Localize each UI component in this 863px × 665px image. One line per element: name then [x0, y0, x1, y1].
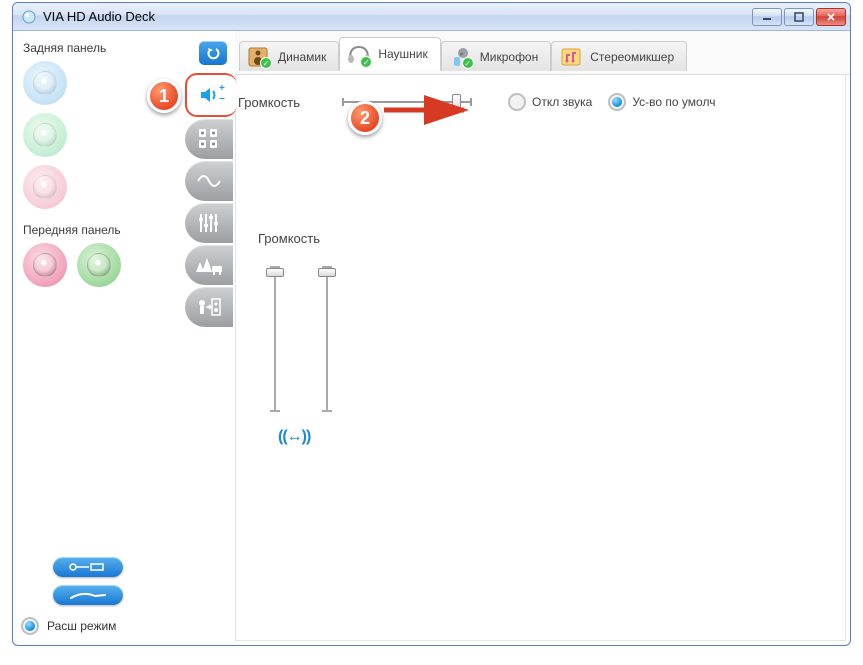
default-device-radio[interactable] — [608, 93, 626, 111]
default-device-option[interactable]: Ус-во по умолч — [608, 93, 715, 111]
environment-icon — [194, 252, 224, 278]
master-volume-row: Громкость Откл звука Ус-во по умолч — [258, 93, 823, 111]
stereomix-device-icon — [558, 44, 584, 70]
slider-track — [274, 266, 276, 412]
sidetab-equalizer[interactable] — [185, 203, 233, 243]
sidetab-room-correction[interactable] — [185, 287, 233, 327]
jack-rear-pink[interactable] — [23, 165, 67, 209]
channel-sliders — [264, 256, 823, 416]
link-channels-icon[interactable]: ((↔)) — [278, 428, 823, 446]
svg-text:−: − — [219, 94, 225, 105]
sidetab-environment[interactable] — [185, 245, 233, 285]
window-title: VIA HD Audio Deck — [43, 9, 752, 24]
equalizer-icon — [196, 210, 222, 236]
expand-mode-row[interactable]: Расш режим — [21, 617, 177, 635]
rear-jack-row-2 — [23, 113, 177, 157]
front-jack-row — [23, 243, 177, 287]
tool-connect-button[interactable] — [53, 557, 123, 577]
tab-headphone[interactable]: Наушник ✓ — [339, 37, 440, 71]
app-icon — [21, 9, 37, 25]
tab-stereomix[interactable]: Стереомикшер — [551, 41, 687, 71]
tab-headphone-label: Наушник — [378, 47, 427, 61]
reset-button[interactable] — [199, 41, 227, 65]
expand-mode-radio[interactable] — [21, 617, 39, 635]
window-buttons — [752, 8, 846, 26]
default-device-label: Ус-во по умолч — [632, 95, 715, 109]
jack-front-green[interactable] — [77, 243, 121, 287]
slider-thumb[interactable] — [266, 268, 284, 277]
tab-speaker-label: Динамик — [278, 50, 326, 64]
tab-stereomix-label: Стереомикшер — [590, 50, 674, 64]
tab-microphone-label: Микрофон — [480, 50, 538, 64]
jack-rear-blue[interactable] — [23, 61, 67, 105]
volume-icon: + − — [197, 82, 227, 108]
right-channel-slider[interactable] — [316, 256, 338, 416]
info-icon — [65, 589, 111, 601]
volume-label: Громкость — [238, 95, 318, 110]
side-toolbar: + − 1 — [185, 31, 235, 645]
annotation-badge-1: 1 — [147, 79, 181, 113]
volume-options: Откл звука Ус-во по умолч — [508, 93, 715, 111]
room-correction-icon — [194, 294, 224, 320]
rear-jack-row-3 — [23, 165, 177, 209]
channel-volume-label: Громкость — [258, 231, 823, 246]
tool-info-button[interactable] — [53, 585, 123, 605]
check-icon: ✓ — [462, 57, 474, 69]
undo-icon — [205, 45, 221, 61]
titlebar: VIA HD Audio Deck — [13, 3, 850, 31]
tab-microphone[interactable]: Микрофон ✓ — [441, 41, 551, 71]
mute-label: Откл звука — [532, 95, 592, 109]
speaker-layout-icon — [196, 126, 222, 152]
jack-rear-green[interactable] — [23, 113, 67, 157]
slider-track — [326, 266, 328, 412]
main-panel: Динамик ✓ Наушник ✓ Микрофон ✓ — [235, 31, 850, 645]
slider-thumb[interactable] — [452, 94, 461, 111]
minimize-icon — [762, 12, 772, 22]
minimize-button[interactable] — [752, 8, 782, 26]
device-tabs: Динамик ✓ Наушник ✓ Микрофон ✓ — [235, 31, 850, 75]
sidetab-format[interactable] — [185, 161, 233, 201]
tab-speaker[interactable]: Динамик ✓ — [239, 41, 339, 71]
sidetab-speaker-config[interactable] — [185, 119, 233, 159]
master-volume-slider[interactable] — [342, 93, 472, 111]
maximize-button[interactable] — [784, 8, 814, 26]
app-window: VIA HD Audio Deck Задняя панель — [12, 2, 851, 646]
front-panel-label: Передняя панель — [23, 223, 177, 237]
left-panel: Задняя панель Передняя панель — [13, 31, 185, 645]
maximize-icon — [794, 12, 804, 22]
rear-panel-label: Задняя панель — [23, 41, 177, 55]
left-channel-slider[interactable] — [264, 256, 286, 416]
jack-front-pink[interactable] — [23, 243, 67, 287]
sine-wave-icon — [196, 168, 222, 194]
check-icon: ✓ — [260, 57, 272, 69]
connect-icon — [65, 561, 111, 573]
sidetab-volume[interactable]: + − 1 — [185, 73, 237, 117]
tab-content: Громкость Откл звука Ус-во по умолч — [235, 75, 846, 641]
close-button[interactable] — [816, 8, 846, 26]
mute-option[interactable]: Откл звука — [508, 93, 592, 111]
svg-text:+: + — [219, 83, 225, 94]
client-area: Задняя панель Передняя панель — [13, 31, 850, 645]
slider-thumb[interactable] — [318, 268, 336, 277]
expand-mode-label: Расш режим — [47, 619, 116, 633]
close-icon — [826, 12, 836, 22]
mute-radio[interactable] — [508, 93, 526, 111]
